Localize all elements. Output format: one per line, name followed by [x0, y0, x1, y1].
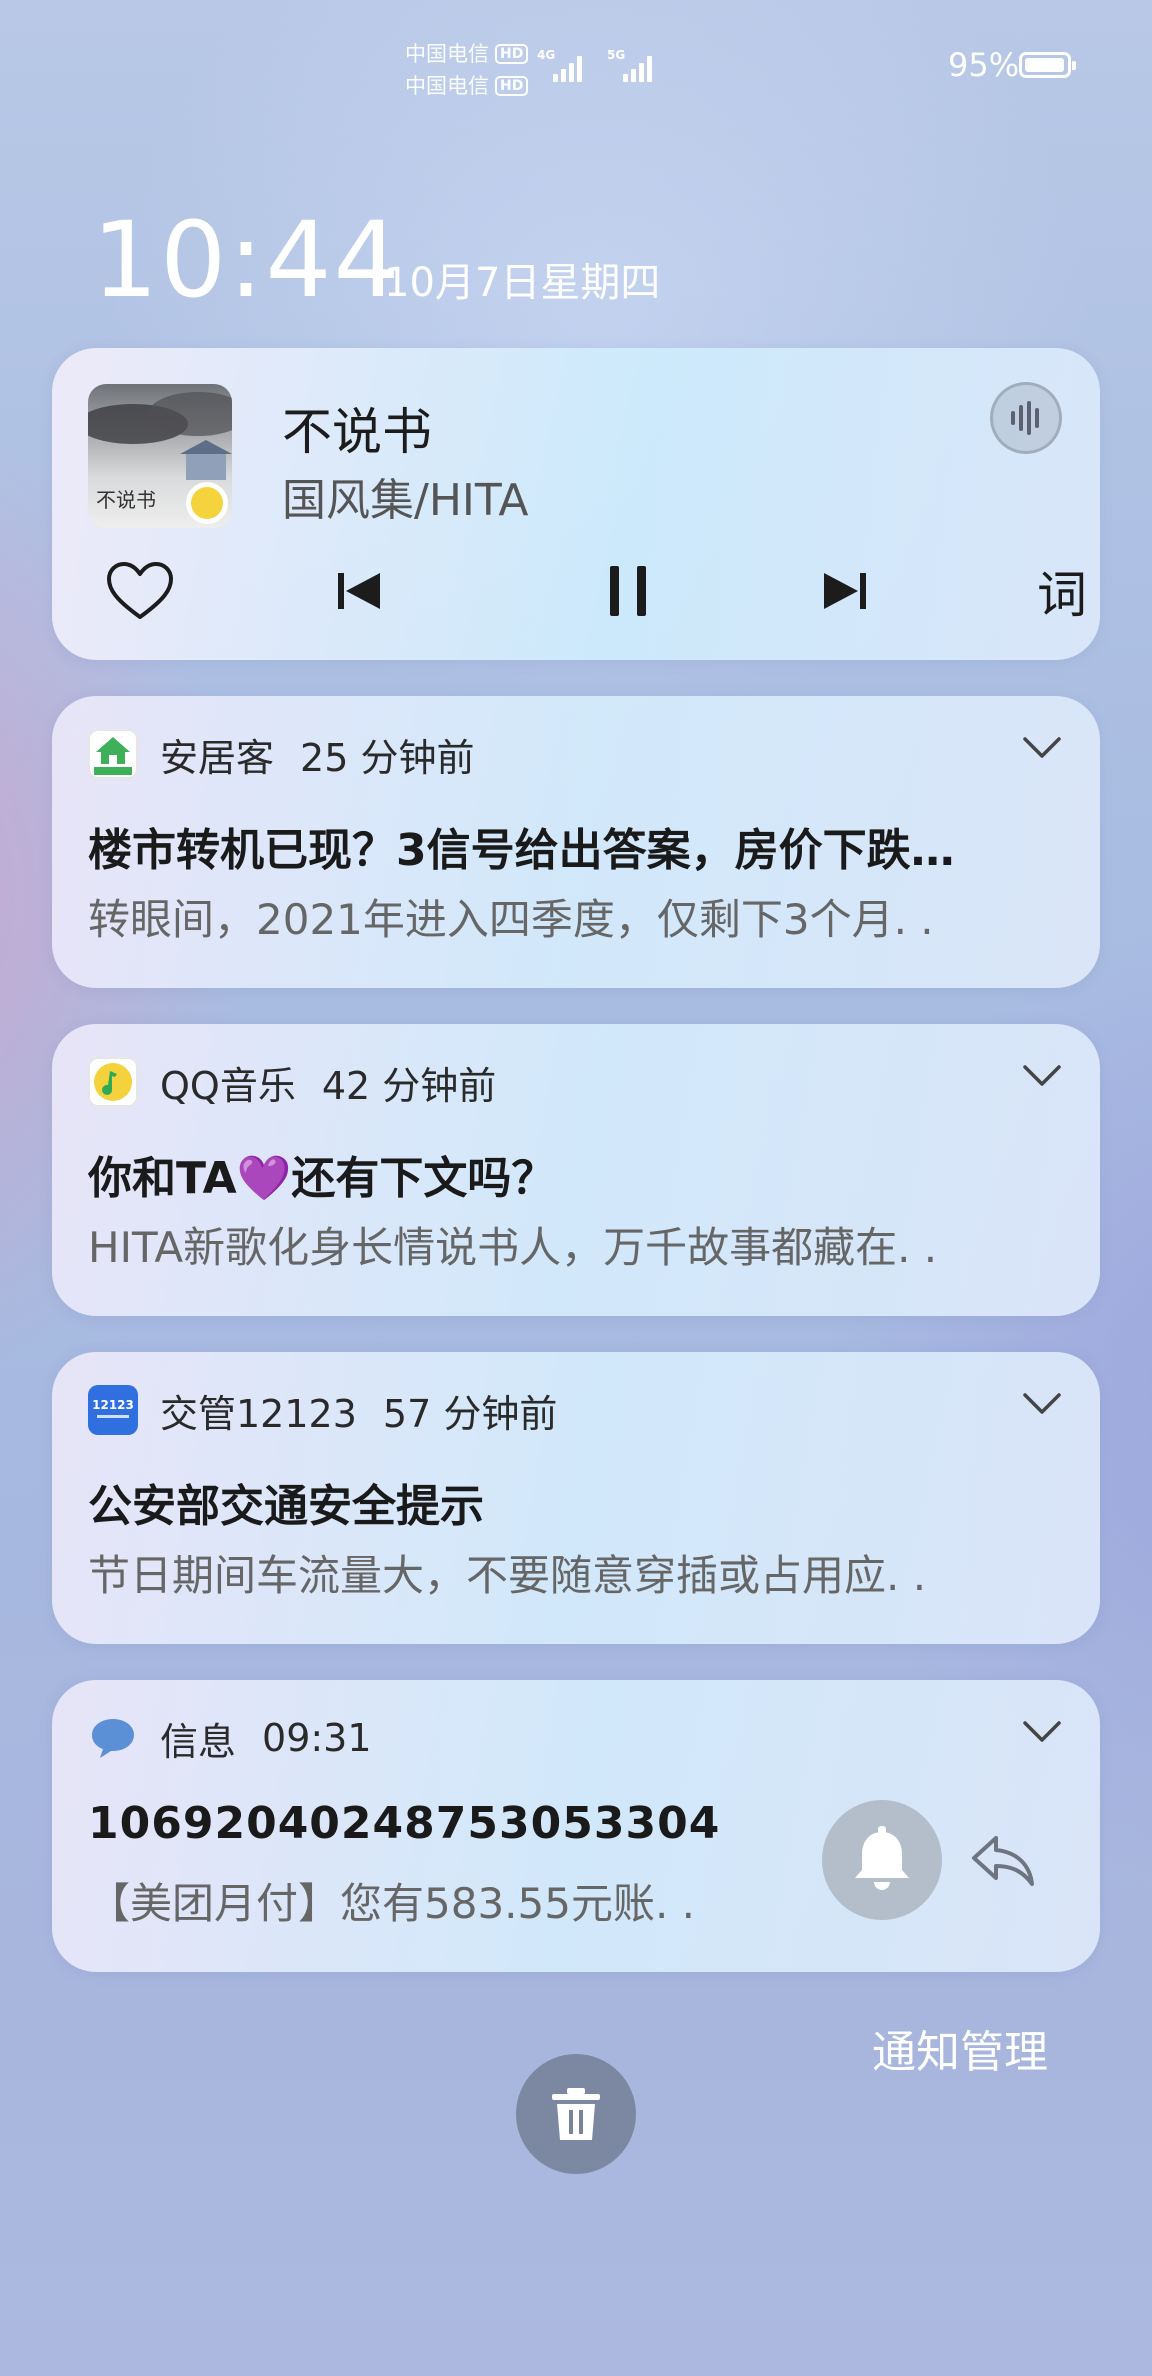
notification-time: 42 分钟前	[321, 1063, 497, 1108]
battery-percent: 95%	[948, 46, 1020, 84]
chevron-down-icon[interactable]	[1022, 1720, 1062, 1744]
lock-time: 10:44	[92, 199, 402, 321]
clear-all-button[interactable]	[516, 2054, 636, 2174]
bell-icon	[855, 1826, 909, 1890]
notification-title: 公安部交通安全提示	[88, 1481, 484, 1532]
trash-icon	[552, 2088, 600, 2140]
notification-app-name: QQ音乐	[160, 1063, 296, 1108]
heart-icon	[107, 562, 173, 619]
notification-card[interactable]: 信息 09:31 1069204024875305330​4 【美团月付】您有5…	[52, 1680, 1100, 1972]
signal-indicators: 4G 5G	[537, 48, 657, 82]
qq-music-app-icon	[88, 1057, 138, 1107]
notification-card[interactable]: 12123 交管12123 57 分钟前 公安部交通安全提示 节日期间车流量大，…	[52, 1352, 1100, 1644]
song-artist: 国风集/HITA	[282, 475, 529, 526]
lyrics-button[interactable]: 词	[1022, 556, 1102, 626]
hd-badge-1: HD	[495, 44, 529, 64]
album-art[interactable]: 不说书	[88, 384, 232, 528]
reply-icon[interactable]	[968, 1830, 1038, 1890]
next-icon	[824, 573, 866, 609]
music-player-card[interactable]: 不说书 不说书 国风集/HITA 词	[52, 348, 1100, 660]
voice-assistant-icon[interactable]	[990, 382, 1062, 454]
notification-body: 节日期间车流量大，不要随意穿插或占用应. .	[88, 1551, 927, 1600]
notification-manage-link[interactable]: 通知管理	[872, 2016, 1048, 2080]
chevron-down-icon[interactable]	[1022, 736, 1062, 760]
messages-app-icon	[88, 1713, 138, 1763]
notification-card[interactable]: QQ音乐 42 分钟前 你和TA💜还有下文吗？ HITA新歌化身长情说书人，万千…	[52, 1024, 1100, 1316]
album-title-text: 不说书	[96, 488, 156, 512]
lock-date: 10月7日星期四	[384, 260, 661, 306]
pause-button[interactable]	[588, 556, 668, 626]
notification-time: 09:31	[262, 1716, 372, 1760]
mute-bell-button[interactable]	[822, 1800, 942, 1920]
notification-body: HITA新歌化身长情说书人，万千故事都藏在. .	[88, 1223, 938, 1272]
notification-app-name: 信息	[160, 1719, 237, 1764]
qq-music-badge-icon	[186, 482, 228, 524]
like-button[interactable]	[100, 556, 180, 626]
previous-icon	[338, 573, 380, 609]
notification-app-name: 安居客	[160, 735, 275, 780]
previous-button[interactable]	[320, 556, 400, 626]
notification-card[interactable]: 安居客 25 分钟前 楼市转机已现？3信号给出答案，房价下跌… 转眼间，2021…	[52, 696, 1100, 988]
notification-title: 你和TA💜还有下文吗？	[88, 1153, 556, 1204]
notification-title: 楼市转机已现？3信号给出答案，房价下跌…	[88, 825, 955, 876]
notification-body: 转眼间，2021年进入四季度，仅剩下3个月. .	[88, 895, 934, 944]
carrier-1: 中国电信	[405, 42, 489, 66]
notification-time: 25 分钟前	[300, 735, 475, 780]
signal-4g-icon: 4G	[537, 48, 587, 82]
hd-badge-2: HD	[495, 76, 529, 96]
song-title: 不说书	[282, 403, 432, 461]
status-bar: 中国电信 HD 中国电信 HD 4G 5G 95%	[0, 0, 1152, 130]
notification-app-name: 交管12123	[160, 1391, 357, 1436]
chevron-down-icon[interactable]	[1022, 1392, 1062, 1416]
notification-time: 57 分钟前	[382, 1391, 558, 1436]
next-button[interactable]	[804, 556, 884, 626]
jiaoguan-app-icon: 12123	[88, 1385, 138, 1435]
chevron-down-icon[interactable]	[1022, 1064, 1062, 1088]
notification-body: 【美团月付】您有583.55元账. .	[88, 1879, 696, 1928]
signal-5g-icon: 5G	[607, 48, 657, 82]
carrier-2: 中国电信	[405, 74, 489, 98]
notification-title: 1069204024875305330​4	[88, 1798, 721, 1849]
battery-icon	[1019, 52, 1076, 78]
anjuke-app-icon	[88, 729, 138, 779]
carrier-info: 中国电信 HD 中国电信 HD	[405, 38, 529, 102]
svg-text:12123: 12123	[92, 1398, 134, 1412]
pause-icon	[610, 566, 646, 616]
